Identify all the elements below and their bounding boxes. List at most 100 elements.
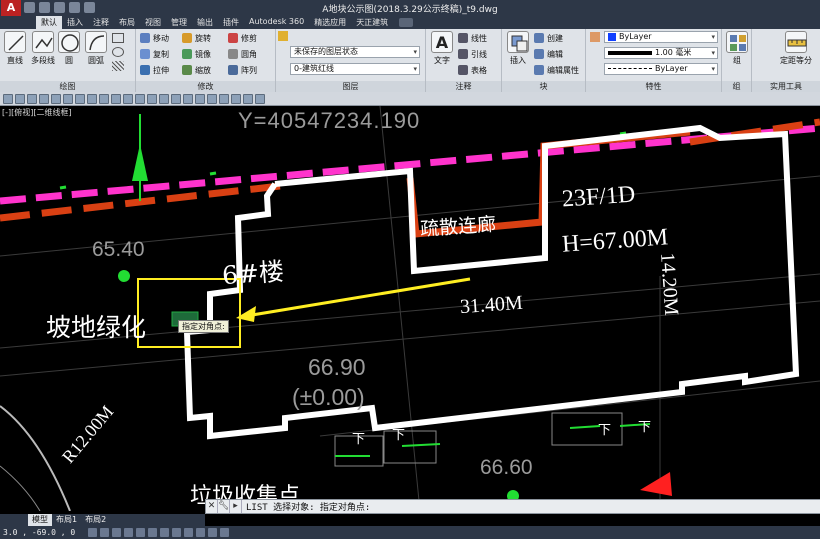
toolbar-icon[interactable]: [123, 93, 133, 104]
toolbar-icon[interactable]: [243, 93, 253, 104]
edit-block-button[interactable]: 编辑: [534, 47, 563, 61]
layer-properties-icon[interactable]: [278, 31, 288, 41]
transparency-toggle-icon[interactable]: [184, 528, 194, 537]
layer-state-dropdown[interactable]: 未保存的图层状态 ▾: [290, 46, 420, 58]
move-button[interactable]: 移动: [140, 31, 169, 45]
linetype-dropdown[interactable]: ByLayer ▾: [604, 63, 718, 75]
toolbar-icon[interactable]: [195, 93, 205, 104]
tab-layout2[interactable]: 布局2: [81, 514, 110, 526]
otrack-toggle-icon[interactable]: [148, 528, 158, 537]
tab-manage[interactable]: 管理: [166, 16, 192, 29]
viewport-controls[interactable]: [-][俯视][二维线框]: [2, 107, 72, 118]
ribbon-toggle-icon[interactable]: [399, 18, 414, 27]
toolbar-icon[interactable]: [87, 93, 97, 104]
current-layer-dropdown[interactable]: 0-建筑红线 ▾: [290, 63, 420, 75]
tab-autodesk-360[interactable]: Autodesk 360: [244, 16, 309, 29]
tab-annotate[interactable]: 注释: [88, 16, 114, 29]
tab-plugins[interactable]: 插件: [218, 16, 244, 29]
toolbar-icon[interactable]: [171, 93, 181, 104]
command-line[interactable]: ✕ 🔧︎ ▸ LIST 选择对象: 指定对角点:: [205, 499, 820, 514]
toolbar-icon[interactable]: [231, 93, 241, 104]
toolbar-icon[interactable]: [207, 93, 217, 104]
line-button[interactable]: 直线: [1, 31, 29, 66]
match-properties-icon[interactable]: [590, 32, 600, 42]
linear-dim-button[interactable]: 线性: [458, 31, 487, 45]
rotate-button[interactable]: 旋转: [182, 31, 211, 45]
polar-toggle-icon[interactable]: [124, 528, 134, 537]
close-icon[interactable]: ✕: [206, 500, 218, 513]
hatch-icon[interactable]: [112, 61, 124, 71]
panel-utilities-title[interactable]: 实用工具: [752, 81, 820, 92]
toolbar-icon[interactable]: [15, 93, 25, 104]
polyline-button[interactable]: 多段线: [29, 31, 57, 66]
panel-properties-title[interactable]: 特性: [586, 81, 721, 92]
toolbar-icon[interactable]: [159, 93, 169, 104]
panel-layers-title[interactable]: 图层: [276, 81, 425, 92]
toolbar-icon[interactable]: [63, 93, 73, 104]
copy-button[interactable]: 复制: [140, 47, 169, 61]
command-text[interactable]: LIST 选择对象: 指定对角点:: [242, 500, 370, 513]
drawing-canvas[interactable]: [-][俯视][二维线框] Y=40547234.190 65.40 坡地绿化 …: [0, 106, 820, 511]
insert-block-button[interactable]: 插入: [504, 31, 532, 66]
tab-output[interactable]: 输出: [192, 16, 218, 29]
tab-insert[interactable]: 插入: [62, 16, 88, 29]
create-block-button[interactable]: 创建: [534, 31, 563, 45]
toolbar-icon[interactable]: [75, 93, 85, 104]
panel-group-title[interactable]: 组: [722, 81, 751, 92]
leader-button[interactable]: 引线: [458, 47, 487, 61]
stretch-button[interactable]: 拉伸: [140, 63, 169, 77]
toolbar-icon[interactable]: [111, 93, 121, 104]
wrench-icon[interactable]: 🔧︎: [218, 500, 230, 513]
lineweight-toggle-icon[interactable]: [172, 528, 182, 537]
color-dropdown[interactable]: ByLayer ▾: [604, 31, 718, 43]
toolbar-icon[interactable]: [27, 93, 37, 104]
text-button[interactable]: A 文字: [428, 31, 456, 66]
snap-toggle-icon[interactable]: [100, 528, 110, 537]
toolbar-icon[interactable]: [147, 93, 157, 104]
panel-annotation-title[interactable]: 注释: [426, 81, 501, 92]
toolbar-icon[interactable]: [3, 93, 13, 104]
workspace-icon[interactable]: [220, 528, 230, 537]
tab-layout1[interactable]: 布局1: [52, 514, 81, 526]
tab-default[interactable]: 默认: [36, 16, 62, 29]
panel-block-title[interactable]: 块: [502, 81, 585, 92]
tab-model[interactable]: 模型: [28, 514, 52, 526]
lineweight-dropdown[interactable]: 1.00 毫米 ▾: [604, 47, 718, 59]
toolbar-icon[interactable]: [39, 93, 49, 104]
toolbar-icon[interactable]: [183, 93, 193, 104]
mirror-button[interactable]: 镜像: [182, 47, 211, 61]
toolbar-icon[interactable]: [219, 93, 229, 104]
annotation-scale-icon[interactable]: [208, 528, 218, 537]
tab-tangent-arch[interactable]: 天正建筑: [351, 16, 393, 29]
fillet-button[interactable]: 圆角: [228, 47, 257, 61]
toolbar-icon[interactable]: [51, 93, 61, 104]
arc-button[interactable]: 圆弧: [82, 31, 110, 66]
ortho-toggle-icon[interactable]: [112, 528, 122, 537]
toolbar-icon[interactable]: [255, 93, 265, 104]
tab-featured-apps[interactable]: 精选应用: [309, 16, 351, 29]
edit-attributes-button[interactable]: 编辑属性: [534, 63, 579, 77]
dynamic-input-icon[interactable]: [160, 528, 170, 537]
rectangle-icon[interactable]: [112, 33, 124, 43]
scale-button[interactable]: 缩放: [182, 63, 211, 77]
tab-view[interactable]: 视图: [140, 16, 166, 29]
selection-cycling-icon[interactable]: [196, 528, 206, 537]
panel-draw-title[interactable]: 绘图: [0, 81, 135, 92]
group-button[interactable]: 组: [723, 31, 751, 66]
scale-icon: [182, 65, 192, 75]
table-button[interactable]: 表格: [458, 63, 487, 77]
toolbar-icon[interactable]: [135, 93, 145, 104]
polyline-icon: [32, 31, 54, 53]
panel-modify-title[interactable]: 修改: [136, 81, 275, 92]
array-button[interactable]: 阵列: [228, 63, 257, 77]
ellipse-icon[interactable]: [112, 47, 124, 57]
grid-toggle-icon[interactable]: [88, 528, 98, 537]
measure-button[interactable]: 定距等分: [772, 31, 820, 66]
mirror-label: 镜像: [195, 49, 211, 59]
toolbar-icon[interactable]: [99, 93, 109, 104]
trim-button[interactable]: 修剪: [228, 31, 257, 45]
tab-layout[interactable]: 布局: [114, 16, 140, 29]
command-history-icon[interactable]: ▸: [230, 500, 242, 513]
osnap-toggle-icon[interactable]: [136, 528, 146, 537]
circle-button[interactable]: 圆: [55, 31, 83, 66]
